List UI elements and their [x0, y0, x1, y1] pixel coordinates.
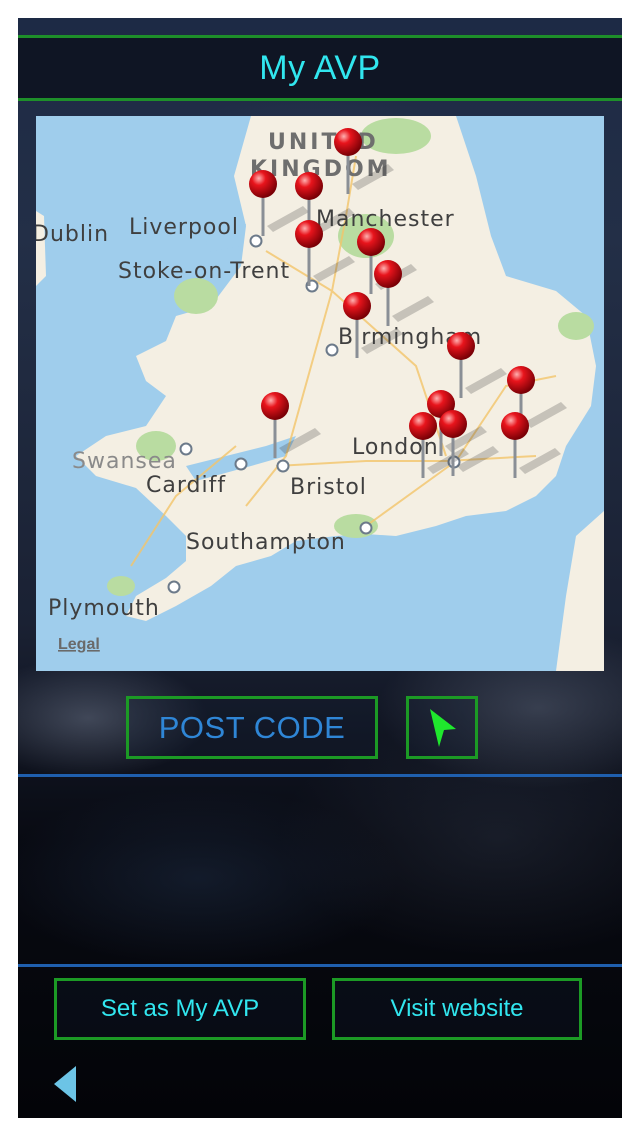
city-dot-swansea [179, 442, 193, 456]
map-view[interactable]: UNITED KINGDOM Dublin Liverpool Manchest… [36, 116, 604, 671]
map-label-cardiff: Cardiff [146, 473, 226, 498]
header-bar: My AVP [18, 38, 622, 98]
map-legal-link[interactable]: Legal [58, 636, 100, 653]
city-dot-birmingham [325, 343, 339, 357]
app-screen: My AVP UNITED KINGDOM Dublin Liverpool M… [18, 18, 622, 1118]
set-as-my-avp-button[interactable]: Set as My AVP [54, 978, 306, 1040]
map-label-liverpool: Liverpool [129, 215, 239, 240]
postcode-label: POST CODE [158, 709, 346, 745]
section-divider-bottom [18, 964, 622, 967]
map-canvas[interactable]: UNITED KINGDOM Dublin Liverpool Manchest… [36, 116, 604, 671]
header-bottom-border [18, 98, 622, 101]
map-park-dartmoor [107, 576, 135, 596]
map-label-dublin: Dublin [36, 222, 109, 247]
set-as-my-avp-label: Set as My AVP [100, 995, 260, 1022]
map-label-bristol: Bristol [290, 475, 367, 500]
map-label-plymouth: Plymouth [48, 596, 160, 621]
visit-website-label: Visit website [390, 995, 524, 1022]
city-dot-bristol [276, 459, 290, 473]
map-park-broads [558, 312, 594, 340]
city-dot-cardiff [234, 457, 248, 471]
city-dot-liverpool [249, 234, 263, 248]
visit-website-button[interactable]: Visit website [332, 978, 582, 1040]
postcode-button[interactable]: POST CODE [126, 696, 378, 759]
map-label-stoke: Stoke-on-Trent [118, 259, 290, 284]
city-dot-plymouth [167, 580, 181, 594]
back-triangle-icon[interactable] [52, 1064, 78, 1104]
map-label-swansea: Swansea [72, 449, 177, 474]
locate-button[interactable] [406, 696, 478, 759]
page-title: My AVP [259, 48, 381, 87]
city-dot-southampton [359, 521, 373, 535]
map-label-southampton: Southampton [186, 530, 346, 555]
details-panel [18, 777, 622, 963]
map-label-united: UNITED [268, 130, 379, 155]
location-arrow-icon [430, 708, 456, 747]
